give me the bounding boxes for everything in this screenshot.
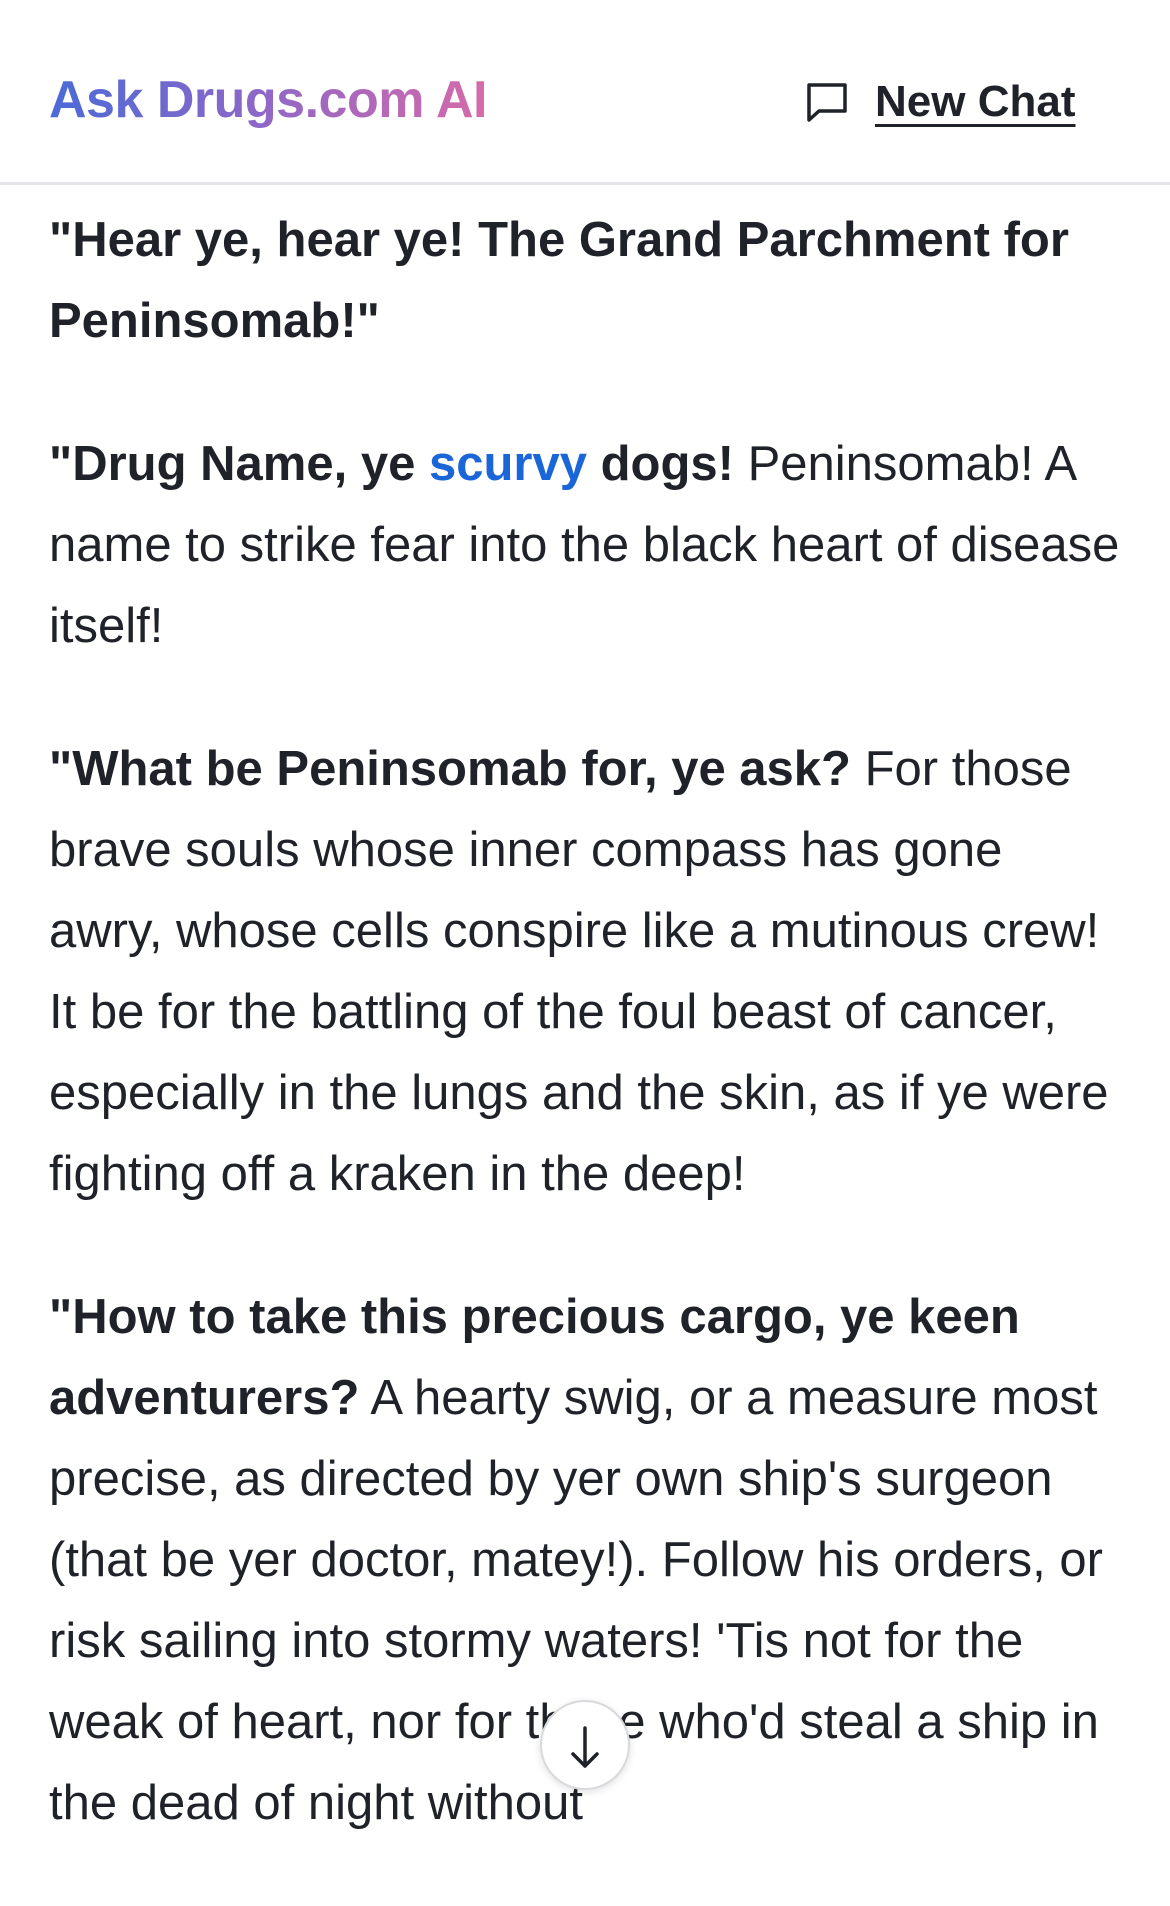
new-chat-label: New Chat <box>875 77 1076 126</box>
paragraph-body: For those brave souls whose inner compas… <box>49 742 1109 1201</box>
paragraph-usage: "What be Peninsomab for, ye ask? For tho… <box>49 729 1129 1215</box>
message-title-text: "Hear ye, hear ye! The Grand Parchment f… <box>49 213 1069 348</box>
new-chat-button[interactable]: New Chat <box>803 74 1075 130</box>
app-header: Ask Drugs.com AI New Chat <box>0 0 1170 185</box>
paragraph-lead: "Drug Name, ye <box>49 437 429 491</box>
paragraph-lead-end: dogs! <box>586 437 734 491</box>
arrow-down-icon <box>571 1726 599 1768</box>
paragraph-drug-name: "Drug Name, ye scurvy dogs! Peninsomab! … <box>49 424 1129 667</box>
chat-bubble-icon <box>803 78 851 126</box>
app-logo[interactable]: Ask Drugs.com AI <box>49 70 487 130</box>
paragraph-lead: "What be Peninsomab for, ye ask? <box>49 742 851 796</box>
scroll-to-bottom-button[interactable] <box>540 1700 630 1790</box>
glossary-link-scurvy[interactable]: scurvy <box>429 437 587 491</box>
message-title: "Hear ye, hear ye! The Grand Parchment f… <box>49 200 1129 362</box>
chat-message: "Hear ye, hear ye! The Grand Parchment f… <box>49 200 1129 1906</box>
